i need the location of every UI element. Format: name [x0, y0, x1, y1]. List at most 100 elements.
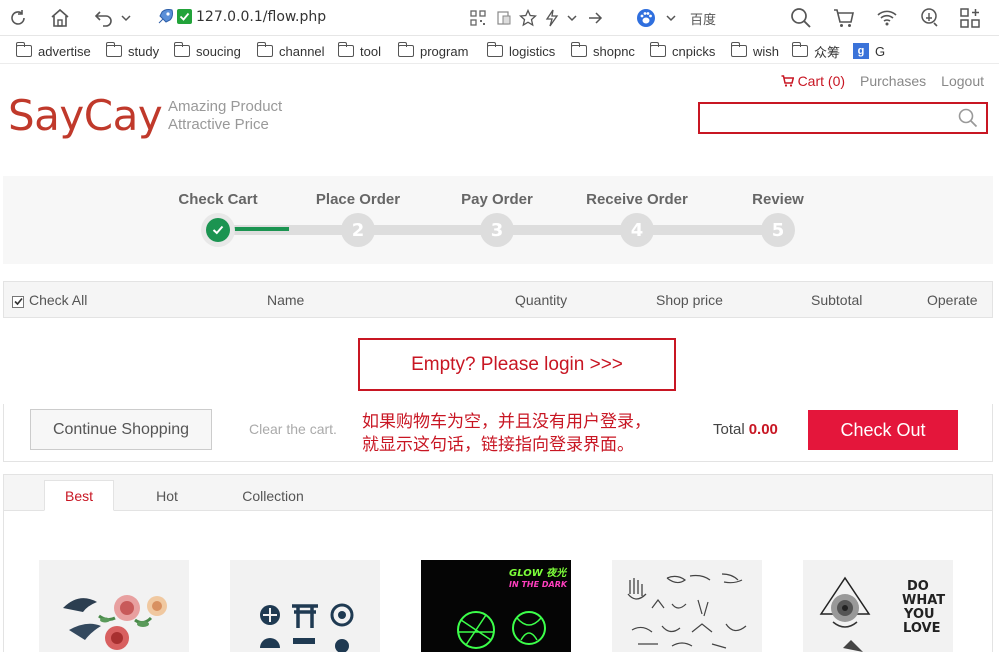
- clear-cart-link[interactable]: Clear the cart.: [249, 421, 337, 437]
- note-line-1: 如果购物车为空，并且没有用户登录，: [362, 412, 651, 432]
- tab-collection[interactable]: Collection: [226, 480, 320, 511]
- empty-cart-login-link[interactable]: Empty? Please login >>>: [358, 338, 676, 391]
- baidu-paw-icon[interactable]: [634, 6, 658, 30]
- recommend-section: Best Hot Collection GLOW 夜光 IN THE DARK …: [3, 474, 993, 652]
- bookmark-label: wish: [753, 43, 780, 59]
- g-badge-icon: g: [853, 43, 869, 59]
- check-out-button[interactable]: Check Out: [808, 410, 958, 450]
- history-chevron-down-icon[interactable]: [114, 6, 138, 30]
- shopping-cart-icon[interactable]: [832, 6, 856, 30]
- top-links: Cart (0) Purchases Logout: [781, 72, 984, 90]
- order-progress-steps: Check Cart Place Order Pay Order Receive…: [3, 176, 993, 264]
- qr-code-icon[interactable]: [466, 6, 490, 30]
- purchases-link[interactable]: Purchases: [860, 73, 926, 89]
- check-all-checkbox[interactable]: [12, 295, 24, 308]
- search-icon[interactable]: [789, 6, 813, 30]
- home-icon[interactable]: [48, 6, 72, 30]
- bookmark-label: program: [420, 43, 469, 59]
- step-number: 4: [625, 218, 649, 242]
- step-label-place-order: Place Order: [315, 191, 401, 208]
- bookmark-program[interactable]: program: [397, 42, 469, 60]
- search-engine-label[interactable]: 百度: [690, 9, 716, 28]
- bookmarks-bar: advertise study soucing channel tool pro…: [0, 37, 999, 64]
- reload-icon[interactable]: [6, 6, 30, 30]
- logout-link[interactable]: Logout: [941, 73, 984, 89]
- product-image-glow-in-the-dark[interactable]: GLOW 夜光 IN THE DARK: [421, 560, 571, 652]
- address-bar-url[interactable]: 127.0.0.1/flow.php: [196, 9, 326, 25]
- col-quantity: Quantity: [515, 292, 568, 308]
- bookmark-label: soucing: [196, 43, 241, 59]
- extensions-grid-icon[interactable]: [958, 6, 982, 30]
- bookmark-star-icon[interactable]: [516, 6, 540, 30]
- folder-icon: [15, 42, 32, 57]
- folder-icon: [730, 42, 747, 57]
- step-number: 2: [346, 218, 370, 242]
- bookmark-cnpicks[interactable]: cnpicks: [649, 42, 716, 60]
- folder-icon: [486, 42, 503, 57]
- tab-best[interactable]: Best: [44, 480, 114, 511]
- check-all[interactable]: Check All: [12, 292, 87, 308]
- site-slogan: Amazing Product Attractive Price: [168, 98, 282, 134]
- step-number: 3: [485, 218, 509, 242]
- love-text-line-2: WHAT: [902, 593, 945, 608]
- search-icon[interactable]: [958, 108, 978, 133]
- folder-icon: [173, 42, 190, 57]
- reader-mode-icon[interactable]: [492, 6, 516, 30]
- bookmark-label: 众筹: [814, 44, 841, 60]
- bookmark-label: advertise: [38, 43, 91, 59]
- bookmark-tool[interactable]: tool: [337, 42, 381, 60]
- bookmark-label: study: [128, 43, 160, 59]
- forward-arrow-icon[interactable]: [583, 6, 607, 30]
- bookmark-shopnc[interactable]: shopnc: [570, 42, 635, 60]
- bookmark-label: cnpicks: [672, 43, 716, 59]
- glow-text-line-2: IN THE DARK: [509, 580, 568, 589]
- cart-icon: [781, 75, 794, 87]
- site-logo[interactable]: SayCay: [8, 91, 163, 140]
- bookmark-logistics[interactable]: logistics: [486, 42, 556, 60]
- bookmark-advertise[interactable]: advertise: [15, 42, 91, 60]
- secure-check-icon: [177, 9, 192, 24]
- cart-table-header: Check All Name Quantity Shop price Subto…: [3, 281, 993, 318]
- tab-hot[interactable]: Hot: [132, 480, 202, 511]
- bookmark-study[interactable]: study: [105, 42, 160, 60]
- continue-shopping-button[interactable]: Continue Shopping: [30, 409, 212, 450]
- bookmark-label: logistics: [509, 43, 556, 59]
- site-search-input[interactable]: [700, 104, 940, 132]
- bookmark-channel[interactable]: channel: [256, 42, 325, 60]
- product-image-japanese-icons[interactable]: [230, 560, 380, 652]
- love-text-line-4: LOVE: [903, 621, 940, 636]
- bookmark-zhongchou[interactable]: 众筹: [791, 42, 841, 60]
- folder-icon: [649, 42, 666, 57]
- bookmark-wish[interactable]: wish: [730, 42, 780, 60]
- engine-chevron-down-icon[interactable]: [659, 6, 683, 30]
- step-circle-pay-order: 3: [480, 213, 514, 247]
- folder-icon: [337, 42, 354, 57]
- recommend-tab-bar: Best Hot Collection: [4, 475, 992, 511]
- folder-icon: [105, 42, 122, 57]
- touch-icon[interactable]: [917, 6, 941, 30]
- back-icon[interactable]: [92, 6, 116, 30]
- bookmark-soucing[interactable]: soucing: [173, 42, 241, 60]
- step-label-review: Review: [752, 191, 804, 208]
- step-circle-receive-order: 4: [620, 213, 654, 247]
- step-circle-check-cart: [201, 213, 235, 247]
- step-label-receive-order: Receive Order: [586, 191, 688, 208]
- love-text-line-3: YOU: [903, 607, 935, 622]
- header-cart-link[interactable]: Cart (0): [781, 73, 845, 89]
- chevron-down-icon[interactable]: [560, 6, 584, 30]
- product-image-birds-roses[interactable]: [39, 560, 189, 652]
- site-search-box: [698, 102, 988, 134]
- bookmark-label: tool: [360, 43, 381, 59]
- folder-icon: [791, 42, 808, 57]
- bookmark-g[interactable]: gG: [853, 42, 885, 60]
- note-line-2: 就显示这句话，链接指向登录界面。: [362, 435, 634, 455]
- total-label: Total: [713, 421, 745, 438]
- product-image-do-what-you-love[interactable]: DO WHAT YOU LOVE: [803, 560, 953, 652]
- col-shop-price: Shop price: [656, 292, 723, 308]
- folder-icon: [570, 42, 587, 57]
- col-name: Name: [267, 292, 305, 308]
- slogan-line-1: Amazing Product: [168, 98, 283, 115]
- wifi-icon[interactable]: [875, 6, 899, 30]
- product-image-hand-drawings[interactable]: [612, 560, 762, 652]
- step-label-pay-order: Pay Order: [461, 191, 533, 208]
